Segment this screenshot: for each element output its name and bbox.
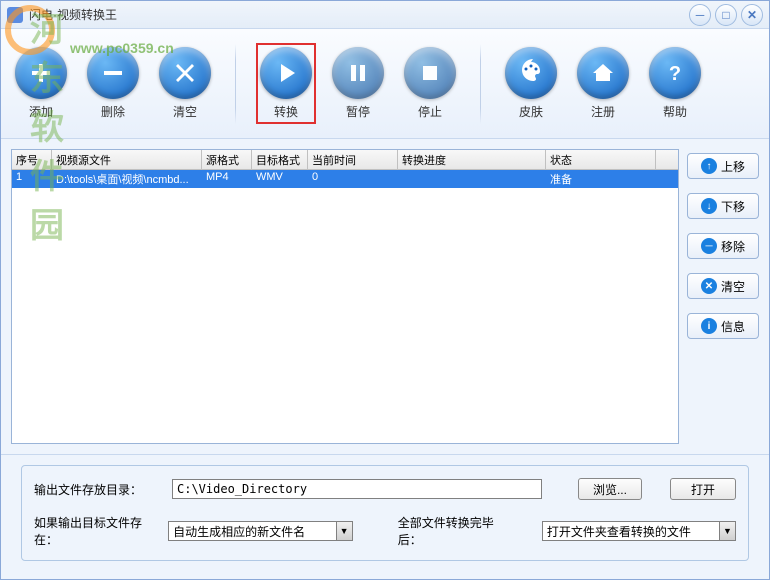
plus-icon [15,47,67,99]
output-dir-label: 输出文件存放目录： [34,481,164,498]
skin-button[interactable]: 皮肤 [501,43,561,124]
help-button[interactable]: ? 帮助 [645,43,705,124]
pause-icon [332,47,384,99]
chevron-down-icon: ▼ [336,522,352,540]
side-buttons: ↑上移 ↓下移 ─移除 ✕清空 i信息 [687,149,759,444]
content-area: 序号 视频源文件 源格式 目标格式 当前时间 转换进度 状态 1 D:\tool… [1,139,769,454]
move-down-button[interactable]: ↓下移 [687,193,759,219]
titlebar: 闪电·视频转换王 ─ □ ✕ [1,1,769,29]
after-label: 全部文件转换完毕后： [398,514,514,548]
svg-text:?: ? [669,63,681,85]
exists-label: 如果输出目标文件存在： [34,514,160,548]
window-title: 闪电·视频转换王 [29,6,689,23]
delete-button[interactable]: 删除 [83,43,143,124]
minus-icon [87,47,139,99]
separator [235,44,236,124]
app-icon [7,7,23,23]
toolbar: 添加 删除 清空 转换 暂停 停止 [1,29,769,139]
register-button[interactable]: 注册 [573,43,633,124]
col-source[interactable]: 视频源文件 [52,150,202,169]
info-icon: i [701,318,717,334]
question-icon: ? [649,47,701,99]
separator [480,44,481,124]
chevron-down-icon: ▼ [719,522,735,540]
col-time[interactable]: 当前时间 [308,150,398,169]
after-combo[interactable]: 打开文件夹查看转换的文件 ▼ [542,521,736,541]
table-body[interactable]: 1 D:\tools\桌面\视频\ncmbd... MP4 WMV 0 准备 [12,170,678,443]
open-button[interactable]: 打开 [670,478,736,500]
col-status[interactable]: 状态 [546,150,656,169]
x-icon: ✕ [701,278,717,294]
remove-button[interactable]: ─移除 [687,233,759,259]
minimize-button[interactable]: ─ [689,4,711,26]
close-button[interactable]: ✕ [741,4,763,26]
arrow-down-icon: ↓ [701,198,717,214]
file-table: 序号 视频源文件 源格式 目标格式 当前时间 转换进度 状态 1 D:\tool… [11,149,679,444]
col-dstfmt[interactable]: 目标格式 [252,150,308,169]
move-up-button[interactable]: ↑上移 [687,153,759,179]
minus-icon: ─ [701,238,717,254]
maximize-button[interactable]: □ [715,4,737,26]
output-dir-input[interactable] [172,479,542,499]
col-srcfmt[interactable]: 源格式 [202,150,252,169]
skin-icon [505,47,557,99]
main-window: 闪电·视频转换王 ─ □ ✕ 添加 删除 清空 转换 [0,0,770,580]
bottom-panel: 输出文件存放目录： 浏览... 打开 如果输出目标文件存在： 自动生成相应的新文… [1,454,769,579]
play-icon [260,47,312,99]
x-icon [159,47,211,99]
convert-button[interactable]: 转换 [256,43,316,124]
col-progress[interactable]: 转换进度 [398,150,546,169]
table-header: 序号 视频源文件 源格式 目标格式 当前时间 转换进度 状态 [12,150,678,170]
browse-button[interactable]: 浏览... [578,478,642,500]
col-seq[interactable]: 序号 [12,150,52,169]
info-button[interactable]: i信息 [687,313,759,339]
home-icon [577,47,629,99]
exists-combo[interactable]: 自动生成相应的新文件名 ▼ [168,521,352,541]
stop-icon [404,47,456,99]
arrow-up-icon: ↑ [701,158,717,174]
pause-button[interactable]: 暂停 [328,43,388,124]
clear-button[interactable]: 清空 [155,43,215,124]
clear-list-button[interactable]: ✕清空 [687,273,759,299]
table-row[interactable]: 1 D:\tools\桌面\视频\ncmbd... MP4 WMV 0 准备 [12,170,678,188]
stop-button[interactable]: 停止 [400,43,460,124]
add-button[interactable]: 添加 [11,43,71,124]
